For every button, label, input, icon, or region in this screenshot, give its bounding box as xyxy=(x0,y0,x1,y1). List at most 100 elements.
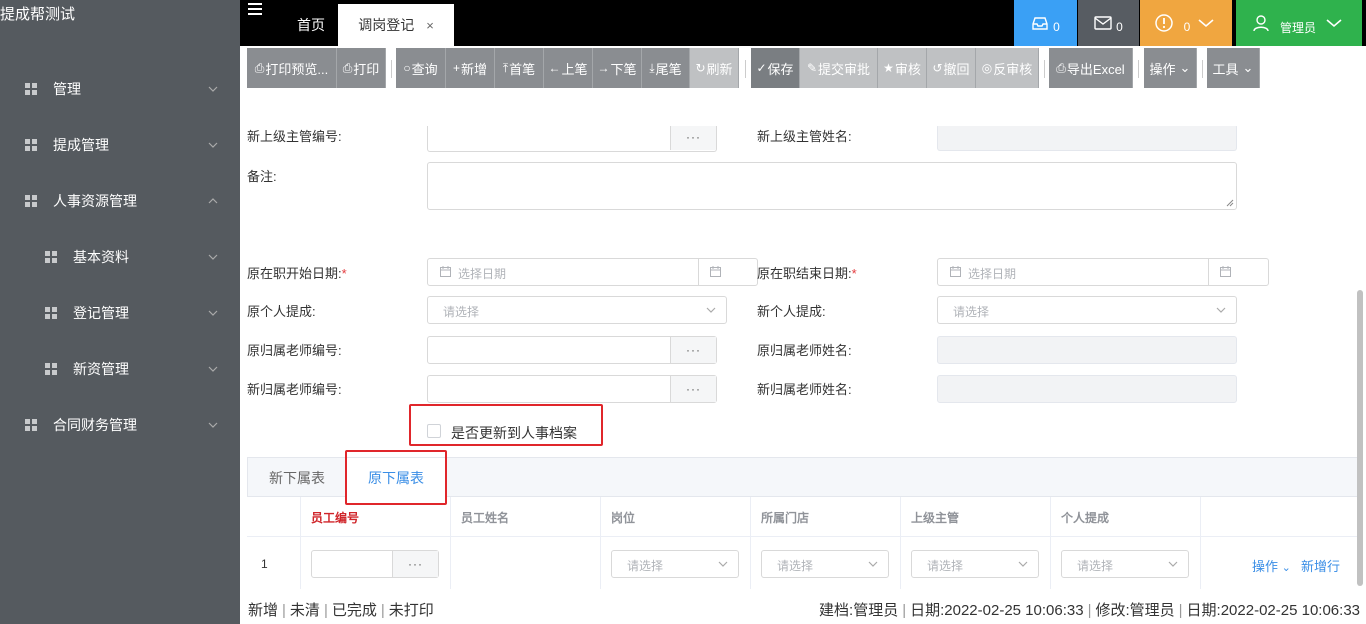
sidebar-item-basic-info[interactable]: 基本资料 xyxy=(0,237,240,277)
alert-button[interactable]: 0 xyxy=(1140,0,1232,46)
sidebar-item-commission[interactable]: 提成管理 xyxy=(0,125,240,165)
supervisor-select[interactable]: 请选择 xyxy=(911,550,1039,578)
unapprove-button[interactable]: ◎ 反审核 xyxy=(976,48,1039,88)
tools-dropdown[interactable]: 工具 ⌄ xyxy=(1207,48,1260,88)
user-menu[interactable]: 管理员 xyxy=(1236,0,1362,46)
export-excel-button[interactable]: ⎙ 导出Excel xyxy=(1049,48,1133,88)
new-commission-select[interactable]: 请选择 xyxy=(937,296,1237,324)
chevron-down-icon: ⌄ xyxy=(1281,562,1291,574)
button-label: 刷新 xyxy=(706,61,733,77)
add-row-link[interactable]: 新增行 xyxy=(1301,556,1340,575)
mail-button[interactable]: 0 xyxy=(1078,0,1139,46)
calendar-icon[interactable] xyxy=(710,266,721,277)
grid-icon xyxy=(45,307,57,319)
add-button[interactable]: + 新增 xyxy=(446,48,495,88)
orig-end-date-picker[interactable]: 选择日期 xyxy=(937,258,1269,286)
column-header-actions xyxy=(1200,497,1361,537)
commission-select[interactable]: 请选择 xyxy=(1061,550,1189,578)
tab-new-subordinates[interactable]: 新下属表 xyxy=(248,458,346,498)
first-button[interactable]: ⤒ 首笔 xyxy=(495,48,544,88)
position-select[interactable]: 请选择 xyxy=(611,550,739,578)
required-mark: * xyxy=(341,266,347,281)
status-text: 已完成 xyxy=(331,602,377,619)
orig-start-date-picker[interactable]: 选择日期 xyxy=(427,258,758,286)
approve-button[interactable]: ★ 审核 xyxy=(878,48,927,88)
refresh-button[interactable]: ↻ 刷新 xyxy=(690,48,739,88)
operation-dropdown[interactable]: 操作 ⌄ xyxy=(1144,48,1197,88)
print-button[interactable]: ⎙ 打印 xyxy=(337,48,386,88)
tab-home[interactable]: 首页 xyxy=(285,4,337,46)
lookup-button[interactable]: ··· xyxy=(670,124,716,150)
prev-button[interactable]: ← 上笔 xyxy=(544,48,593,88)
chevron-down-icon xyxy=(706,307,716,313)
calendar-icon xyxy=(440,266,451,277)
lookup-button[interactable]: ··· xyxy=(670,337,716,363)
orig-teacher-no-input[interactable]: ··· xyxy=(427,336,717,364)
new-supervisor-no-label: 新上级主管编号: xyxy=(247,129,342,144)
close-icon[interactable]: × xyxy=(426,18,434,33)
chevron-down-icon: ⌄ xyxy=(1242,60,1254,75)
calendar-icon[interactable] xyxy=(1220,266,1231,277)
sidebar-item-manage[interactable]: 管理 xyxy=(0,69,240,109)
sidebar-item-registration[interactable]: 登记管理 xyxy=(0,293,240,333)
sidebar-item-contract-finance[interactable]: 合同财务管理 xyxy=(0,405,240,445)
tab-transfer-registration[interactable]: 调岗登记 × xyxy=(338,4,454,46)
lookup-button[interactable]: ··· xyxy=(392,551,438,577)
divider xyxy=(391,60,392,78)
print-icon: ⎙ xyxy=(342,60,353,75)
chevron-down-icon xyxy=(868,561,878,567)
created-date: 日期:2022-02-25 10:06:33 xyxy=(910,602,1084,619)
chevron-down-icon: ⌄ xyxy=(1179,60,1191,75)
last-button[interactable]: ⤓ 尾笔 xyxy=(642,48,690,88)
next-button[interactable]: → 下笔 xyxy=(593,48,642,88)
sidebar-item-hr[interactable]: 人事资源管理 xyxy=(0,181,240,221)
date-placeholder: 选择日期 xyxy=(968,267,1017,281)
withdraw-button[interactable]: ↺ 撤回 xyxy=(927,48,976,88)
button-label: 尾笔 xyxy=(655,61,682,77)
chevron-down-icon xyxy=(208,254,218,260)
sidebar-item-salary[interactable]: 新资管理 xyxy=(0,349,240,389)
submit-approval-button[interactable]: ✎ 提交审批 xyxy=(800,48,878,88)
new-supervisor-no-input[interactable]: ··· xyxy=(427,124,717,152)
alert-icon xyxy=(1154,14,1173,32)
vertical-scrollbar[interactable] xyxy=(1357,290,1363,586)
orig-commission-select[interactable]: 请选择 xyxy=(427,296,727,324)
status-footer: 新增 | 未清 | 已完成 | 未打印 建档:管理员 | 日期:2022-02-25 10:06… xyxy=(240,589,1366,624)
print-preview-button[interactable]: ⎙ 打印预览... xyxy=(247,48,337,88)
save-button[interactable]: ✓ 保存 xyxy=(751,48,800,88)
chevron-down-icon xyxy=(208,366,218,372)
update-archive-label[interactable]: 是否更新到人事档案 xyxy=(451,423,577,443)
orig-teacher-name-field xyxy=(937,336,1237,364)
select-placeholder: 请选择 xyxy=(953,305,990,319)
button-label: 新增 xyxy=(461,61,488,77)
divider xyxy=(745,60,746,78)
chevron-down-icon xyxy=(1168,561,1178,567)
row-index: 1 xyxy=(261,557,268,571)
grid-icon xyxy=(25,83,37,95)
position-cell: 请选择 xyxy=(600,537,750,589)
status-text: 未清 xyxy=(289,602,320,619)
row-actions-dropdown[interactable]: 操作 ⌄ xyxy=(1252,556,1291,575)
new-teacher-no-input[interactable]: ··· xyxy=(427,375,717,403)
modified-date: 日期:2022-02-25 10:06:33 xyxy=(1186,602,1360,619)
tab-label: 新下属表 xyxy=(269,470,325,486)
divider xyxy=(1208,259,1209,285)
record-meta: 建档:管理员 | 日期:2022-02-25 10:06:33 | 修改:管理员 | 日期:… xyxy=(819,602,1360,619)
button-label: 导出Excel xyxy=(1066,61,1125,77)
query-button[interactable]: ○ 查询 xyxy=(396,48,446,88)
select-placeholder: 请选择 xyxy=(777,559,814,573)
chevron-down-icon xyxy=(1198,19,1214,28)
remark-textarea[interactable] xyxy=(427,162,1237,210)
grid-icon xyxy=(25,419,37,431)
mail-icon xyxy=(1094,16,1112,30)
update-archive-checkbox[interactable] xyxy=(427,424,441,438)
lookup-button[interactable]: ··· xyxy=(670,376,716,402)
tab-label: 首页 xyxy=(297,17,325,33)
resize-handle-icon[interactable] xyxy=(1226,199,1234,207)
chevron-down-icon xyxy=(1018,561,1028,567)
employee-no-input[interactable]: ··· xyxy=(311,550,439,578)
menu-icon[interactable] xyxy=(248,3,262,15)
store-select[interactable]: 请选择 xyxy=(761,550,889,578)
inbox-button[interactable]: 0 xyxy=(1014,0,1077,46)
button-label: 保存 xyxy=(767,61,794,77)
